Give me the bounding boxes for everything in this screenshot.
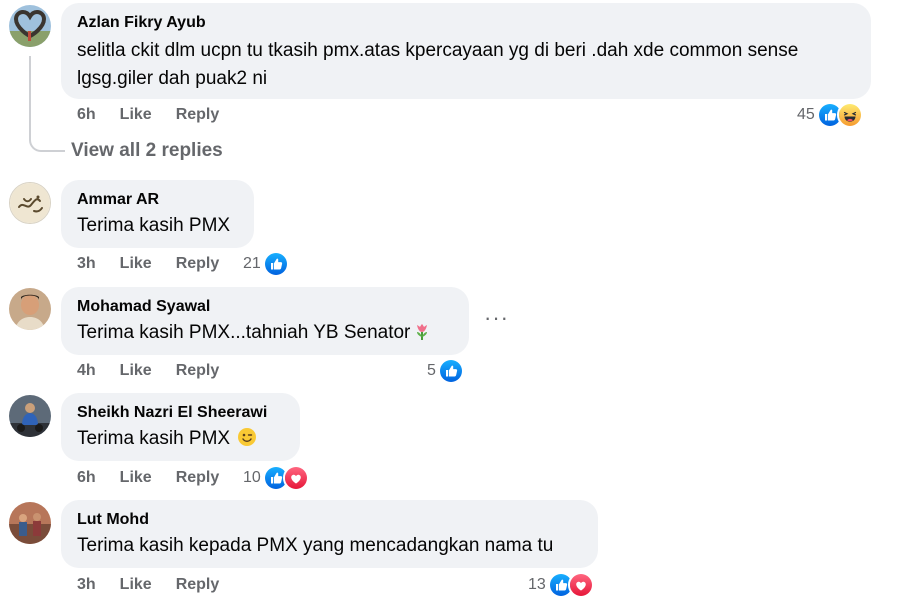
laugh-icon <box>836 102 863 128</box>
comment-bubble: Ammar AR Terima kasih PMX <box>61 180 254 248</box>
reply-thread-line <box>29 56 65 152</box>
comment-bubble: Sheikh Nazri El Sheerawi Terima kasih PM… <box>61 393 300 461</box>
avatar-image-person <box>9 288 51 330</box>
reaction-count: 10 <box>243 469 261 486</box>
comment-actions: 6h Like Reply <box>77 469 243 487</box>
avatar-image-motorcyclist <box>9 395 51 437</box>
view-replies-link[interactable]: View all 2 replies <box>71 140 223 162</box>
reaction-count: 21 <box>243 255 261 272</box>
comment-timestamp[interactable]: 6h <box>77 106 96 124</box>
comment-actions: 3h Like Reply <box>77 576 243 594</box>
comment-actions: 4h Like Reply <box>77 362 243 380</box>
like-button[interactable]: Like <box>120 469 152 487</box>
comment-actions: 3h Like Reply <box>77 255 243 273</box>
reaction-count: 45 <box>797 106 815 123</box>
like-icon <box>262 251 289 277</box>
like-button[interactable]: Like <box>120 362 152 380</box>
comment-text-content: Terima kasih PMX...tahniah YB Senator <box>77 322 411 343</box>
comment-text-content: Terima kasih PMX <box>77 428 231 449</box>
comment-author[interactable]: Lut Mohd <box>77 510 582 530</box>
love-icon <box>567 572 594 598</box>
reaction-summary[interactable]: 45 <box>797 102 863 128</box>
avatar[interactable] <box>9 288 51 330</box>
avatar-image-calligraphy <box>10 183 50 223</box>
comment-author[interactable]: Ammar AR <box>77 190 238 210</box>
comment-author[interactable]: Sheikh Nazri El Sheerawi <box>77 403 284 423</box>
comment-timestamp[interactable]: 3h <box>77 576 96 594</box>
like-button[interactable]: Like <box>120 255 152 273</box>
reaction-summary[interactable]: 13 <box>528 572 594 598</box>
like-button[interactable]: Like <box>120 576 152 594</box>
comment-bubble: Azlan Fikry Ayub selitla ckit dlm ucpn t… <box>61 3 871 99</box>
reaction-count: 5 <box>427 362 436 379</box>
comment-timestamp[interactable]: 6h <box>77 469 96 487</box>
like-button[interactable]: Like <box>120 106 152 124</box>
comment-bubble: Mohamad Syawal Terima kasih PMX...tahnia… <box>61 287 469 355</box>
like-icon <box>437 358 464 384</box>
reaction-summary[interactable]: 21 <box>243 251 289 277</box>
reply-button[interactable]: Reply <box>176 106 220 124</box>
comment-text: Terima kasih PMX <box>77 215 231 236</box>
comment-timestamp[interactable]: 3h <box>77 255 96 273</box>
avatar[interactable] <box>9 395 51 437</box>
comment-bubble: Lut Mohd Terima kasih kepada PMX yang me… <box>61 500 598 568</box>
avatar[interactable] <box>9 5 51 47</box>
reply-button[interactable]: Reply <box>176 255 220 273</box>
reply-button[interactable]: Reply <box>176 469 220 487</box>
comment-text: Terima kasih PMX <box>77 425 284 453</box>
reaction-count: 13 <box>528 576 546 593</box>
reaction-summary[interactable]: 5 <box>427 358 464 384</box>
comment-actions: 6h Like Reply <box>77 106 243 124</box>
love-icon <box>282 465 309 491</box>
comment-text: Terima kasih kepada PMX yang mencadangka… <box>77 535 554 556</box>
reply-button[interactable]: Reply <box>176 362 220 380</box>
more-options-button[interactable]: ··· <box>484 307 509 329</box>
avatar[interactable] <box>9 502 51 544</box>
avatar[interactable] <box>9 182 51 224</box>
avatar-image-heart-sculpture <box>9 5 51 47</box>
reaction-summary[interactable]: 10 <box>243 465 309 491</box>
comment-timestamp[interactable]: 4h <box>77 362 96 380</box>
wink-emoji <box>237 427 257 447</box>
tulip-emoji <box>412 321 432 341</box>
comment-text: selitla ckit dlm ucpn tu tkasih pmx.atas… <box>77 40 799 89</box>
reply-button[interactable]: Reply <box>176 576 220 594</box>
avatar-image-group-photo <box>9 502 51 544</box>
comment-author[interactable]: Azlan Fikry Ayub <box>77 13 855 33</box>
comment-text: Terima kasih PMX...tahniah YB Senator <box>77 319 453 347</box>
comment-author[interactable]: Mohamad Syawal <box>77 297 453 317</box>
